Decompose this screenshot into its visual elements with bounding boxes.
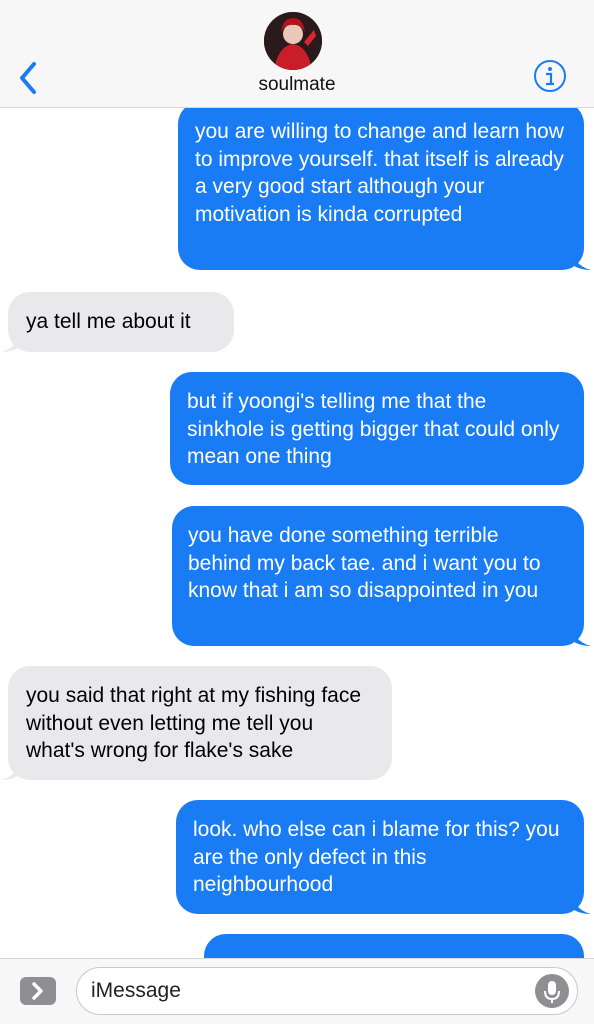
imessage-input[interactable]: iMessage — [76, 967, 578, 1015]
message-bubble-incoming[interactable]: ya tell me about it — [1, 292, 234, 352]
message-bubble-outgoing[interactable]: you are willing to change and learn how … — [178, 108, 591, 270]
message-text: you are willing to change and learn how … — [195, 120, 564, 226]
message-text: you said that right at my fishing face w… — [26, 684, 362, 762]
contact-avatar[interactable] — [264, 12, 322, 70]
imessage-placeholder: iMessage — [91, 979, 181, 1002]
message-input-bar: iMessage — [0, 958, 594, 1024]
bubble-tail — [569, 248, 591, 270]
chevron-right-icon — [32, 982, 43, 1000]
message-text: you have done something terrible behind … — [188, 524, 541, 602]
bubble-tail — [569, 892, 591, 914]
app-drawer-button[interactable] — [20, 977, 56, 1005]
message-bubble-outgoing[interactable]: look. who else can i blame for this? you… — [176, 800, 591, 914]
message-text: but if yoongi's telling me that the sink… — [187, 390, 560, 468]
bubble-tail — [1, 758, 23, 780]
info-icon — [534, 60, 566, 92]
conversation-header: soulmate — [0, 0, 594, 108]
message-bubble-incoming[interactable]: you said that right at my fishing face w… — [1, 666, 392, 780]
bubble-tail — [569, 624, 591, 646]
dictation-button[interactable] — [535, 974, 569, 1008]
message-bubble-outgoing-partial[interactable] — [204, 934, 584, 958]
contact-name[interactable]: soulmate — [0, 74, 594, 96]
message-bubble-outgoing[interactable]: you have done something terrible behind … — [172, 506, 591, 646]
message-text: ya tell me about it — [26, 310, 191, 333]
message-thread[interactable]: you are willing to change and learn how … — [0, 108, 594, 958]
microphone-icon — [544, 981, 560, 1003]
bubble-tail — [1, 330, 23, 352]
info-button[interactable] — [533, 59, 567, 93]
message-bubble-outgoing[interactable]: but if yoongi's telling me that the sink… — [170, 372, 584, 485]
message-text: look. who else can i blame for this? you… — [193, 818, 560, 896]
